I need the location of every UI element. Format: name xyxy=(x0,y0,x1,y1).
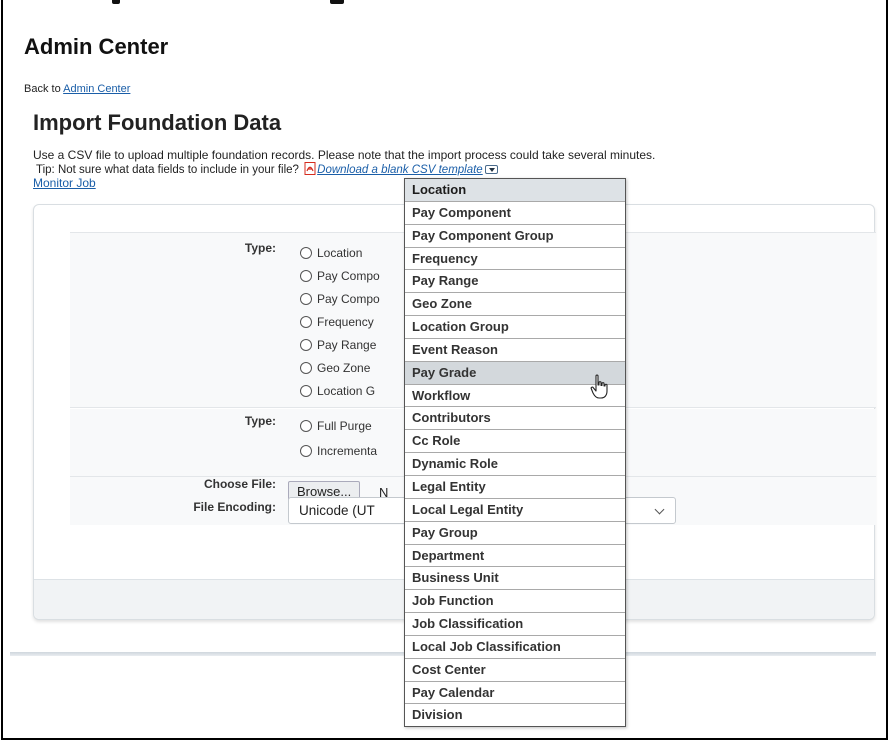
radio-label: Location xyxy=(317,246,363,260)
dropdown-option-pay-component[interactable]: Pay Component xyxy=(405,202,625,225)
back-prefix: Back to xyxy=(24,83,64,95)
dropdown-option-frequency[interactable]: Frequency xyxy=(405,248,625,271)
chevron-down-icon xyxy=(654,504,665,515)
radio-label: Geo Zone xyxy=(317,361,371,375)
radio-label: Pay Compo xyxy=(317,269,380,283)
dropdown-option-pay-range[interactable]: Pay Range xyxy=(405,270,625,294)
dropdown-option-pay-calendar[interactable]: Pay Calendar xyxy=(405,682,625,705)
page-title: Import Foundation Data xyxy=(33,110,282,135)
type-radio-pay-component[interactable]: Pay Compo xyxy=(300,269,380,283)
monitor-job-link[interactable]: Monitor Job xyxy=(33,176,96,190)
radio-label: Location G xyxy=(317,384,376,398)
dropdown-option-legal-entity[interactable]: Legal Entity xyxy=(405,476,625,499)
radio-label: Pay Compo xyxy=(317,292,380,306)
radio-circle[interactable] xyxy=(300,316,312,328)
back-to-admin-center-link[interactable]: Admin Center xyxy=(63,83,130,95)
dropdown-option-contributors[interactable]: Contributors xyxy=(405,407,625,431)
radio-circle[interactable] xyxy=(300,247,312,259)
pdf-file-icon xyxy=(304,162,317,175)
hand-cursor-icon xyxy=(590,374,608,399)
dropdown-option-geo-zone[interactable]: Geo Zone xyxy=(405,293,625,317)
download-csv-template-link[interactable]: Download a blank CSV template xyxy=(317,164,483,176)
radio-label: Full Purge xyxy=(317,419,372,433)
dropdown-option-location-group[interactable]: Location Group xyxy=(405,316,625,339)
breadcrumb: Back to Admin Center xyxy=(24,83,130,95)
dropdown-option-department[interactable]: Department xyxy=(405,545,625,568)
radio-circle[interactable] xyxy=(300,362,312,374)
radio-label: Pay Range xyxy=(317,338,377,352)
dropdown-option-business-unit[interactable]: Business Unit xyxy=(405,567,625,591)
radio-circle[interactable] xyxy=(300,270,312,282)
purge-type-label: Type: xyxy=(244,414,276,428)
type-radio-pay-range[interactable]: Pay Range xyxy=(300,338,376,352)
type-radio-frequency[interactable]: Frequency xyxy=(300,315,374,329)
purge-radio-full[interactable]: Full Purge xyxy=(300,419,372,433)
dropdown-option-local-job-classification[interactable]: Local Job Classification xyxy=(405,636,625,659)
page-description: Use a CSV file to upload multiple founda… xyxy=(33,148,656,162)
dropdown-option-pay-group[interactable]: Pay Group xyxy=(405,522,625,545)
tip-line: Tip: Not sure what data fields to includ… xyxy=(36,162,498,176)
type-radio-pay-component-group[interactable]: Pay Compo xyxy=(300,292,380,306)
template-menu-toggle-icon[interactable] xyxy=(484,165,498,174)
dropdown-option-location[interactable]: Location xyxy=(405,179,625,202)
dropdown-option-cost-center[interactable]: Cost Center xyxy=(405,659,625,682)
type-radio-geo-zone[interactable]: Geo Zone xyxy=(300,361,370,375)
dropdown-option-job-classification[interactable]: Job Classification xyxy=(405,613,625,636)
encoding-value: Unicode (UT xyxy=(299,503,375,518)
purge-radio-incremental[interactable]: Incrementa xyxy=(300,444,377,458)
radio-label: Incrementa xyxy=(317,444,378,458)
type-radio-location-group[interactable]: Location G xyxy=(300,384,375,398)
radio-circle[interactable] xyxy=(300,420,312,432)
radio-label: Frequency xyxy=(317,315,374,329)
radio-circle[interactable] xyxy=(300,445,312,457)
type-label: Type: xyxy=(244,241,276,255)
radio-circle[interactable] xyxy=(300,339,312,351)
type-dropdown-list[interactable]: Location Pay Component Pay Component Group… xyxy=(404,178,626,727)
dropdown-option-dynamic-role[interactable]: Dynamic Role xyxy=(405,453,625,476)
dropdown-option-division[interactable]: Division xyxy=(405,704,625,727)
choose-file-label: Choose File: xyxy=(203,477,276,491)
dropdown-option-cc-role[interactable]: Cc Role xyxy=(405,430,625,454)
tip-text: Tip: Not sure what data fields to includ… xyxy=(36,164,299,176)
dropdown-option-pay-component-group[interactable]: Pay Component Group xyxy=(405,225,625,248)
dropdown-option-event-reason[interactable]: Event Reason xyxy=(405,339,625,362)
file-encoding-label: File Encoding: xyxy=(193,500,276,514)
dropdown-option-job-function[interactable]: Job Function xyxy=(405,590,625,614)
radio-circle[interactable] xyxy=(300,293,312,305)
admin-center-title: Admin Center xyxy=(24,34,169,59)
radio-circle[interactable] xyxy=(300,385,312,397)
type-radio-location[interactable]: Location xyxy=(300,246,362,260)
dropdown-option-local-legal-entity[interactable]: Local Legal Entity xyxy=(405,499,625,522)
